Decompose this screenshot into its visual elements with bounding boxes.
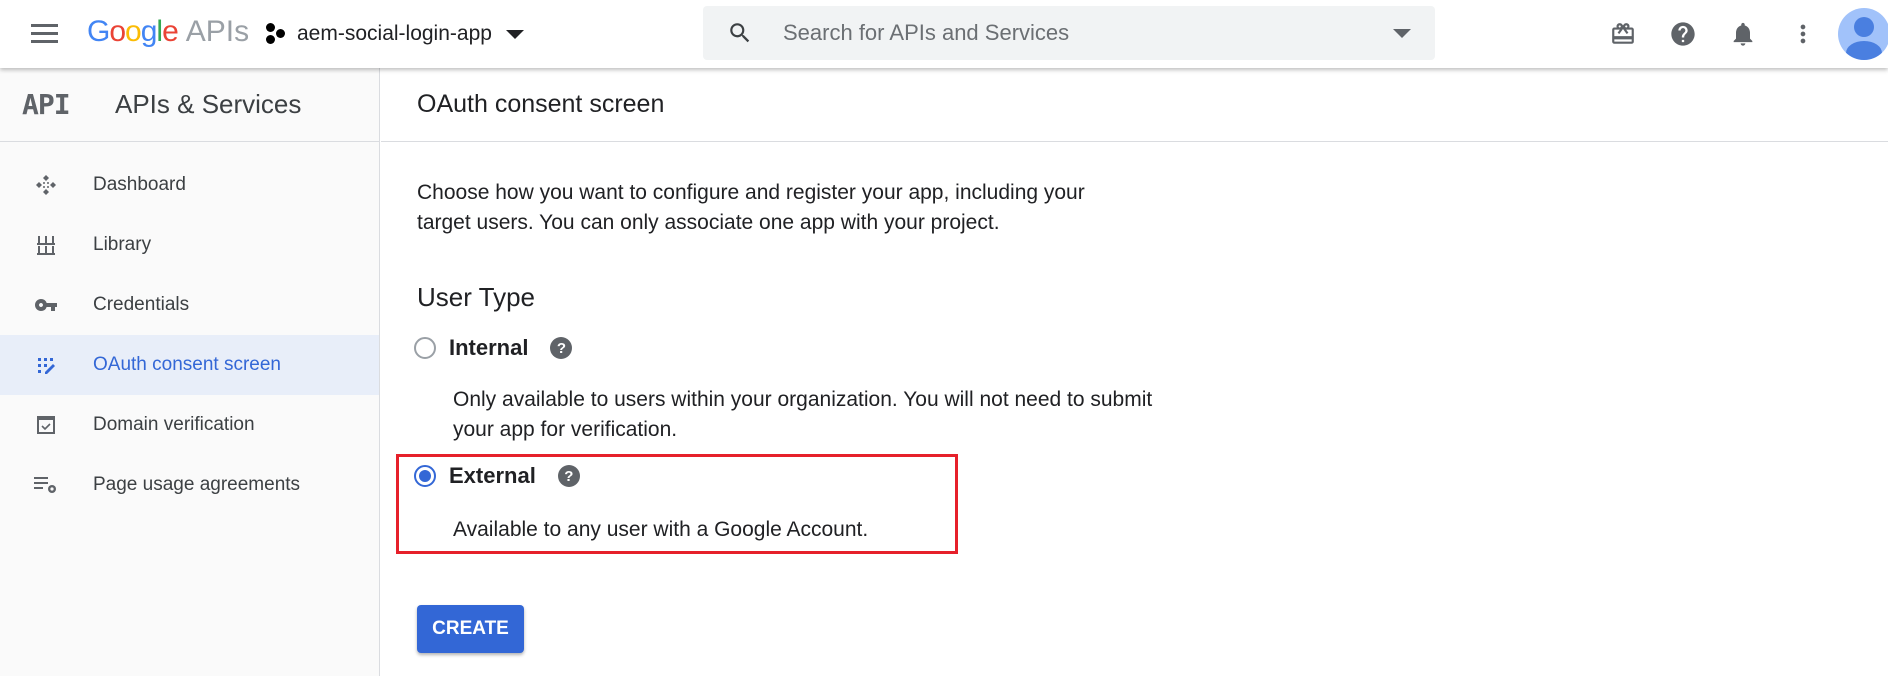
logo-letter: G [87, 15, 110, 48]
sidebar: API APIs & Services Dashboard Library Cr… [0, 68, 380, 676]
sidebar-item-dashboard[interactable]: Dashboard [0, 155, 379, 215]
help-icon[interactable]: ? [557, 465, 580, 487]
help-icon[interactable]: ? [550, 337, 573, 359]
top-app-bar: Google APIs aem-social-login-app [0, 0, 1888, 68]
project-selector[interactable]: aem-social-login-app [264, 16, 524, 52]
sidebar-item-label: Dashboard [93, 174, 186, 195]
sidebar-item-page-usage-agreements[interactable]: Page usage agreements [0, 455, 379, 515]
library-icon [31, 234, 61, 256]
sidebar-item-library[interactable]: Library [0, 215, 379, 275]
google-apis-logo[interactable]: Google APIs [87, 12, 249, 52]
logo-letter: o [125, 15, 142, 48]
internal-radio[interactable] [414, 337, 436, 359]
create-button[interactable]: CREATE [417, 605, 524, 653]
oauth-consent-icon [31, 355, 61, 375]
user-type-heading: User Type [417, 282, 536, 312]
search-icon [727, 20, 753, 46]
sidebar-item-label: OAuth consent screen [93, 354, 281, 375]
main-content: OAuth consent screen Choose how you want… [381, 68, 1888, 676]
sidebar-nav: Dashboard Library Credentials OAuth cons… [0, 142, 379, 515]
settings-list-icon [31, 474, 61, 496]
gift-icon[interactable] [1607, 18, 1639, 50]
key-icon [31, 293, 61, 317]
internal-label: Internal [449, 335, 529, 360]
search-input[interactable] [783, 20, 1343, 46]
sidebar-item-oauth-consent-screen[interactable]: OAuth consent screen [0, 335, 379, 395]
search-dropdown-icon[interactable] [1393, 29, 1411, 38]
logo-suffix: APIs [185, 15, 250, 48]
account-avatar[interactable] [1838, 8, 1888, 60]
search-bar[interactable] [703, 6, 1435, 60]
sidebar-item-label: Credentials [93, 294, 190, 315]
page-title: OAuth consent screen [381, 68, 1888, 142]
dashboard-icon [31, 173, 61, 197]
api-logo-icon: API [22, 88, 71, 121]
checkbox-icon [31, 415, 61, 435]
project-name: aem-social-login-app [297, 22, 492, 45]
user-type-external-option[interactable]: External ? [414, 463, 580, 489]
chevron-down-icon [505, 29, 524, 39]
main-menu-icon[interactable] [28, 20, 62, 48]
external-label: External [449, 463, 536, 488]
internal-description: Only available to users within your orga… [453, 388, 1153, 441]
intro-text: Choose how you want to configure and reg… [417, 181, 1085, 234]
sidebar-item-credentials[interactable]: Credentials [0, 275, 379, 335]
logo-letter: e [162, 15, 179, 48]
more-vert-icon[interactable] [1787, 18, 1819, 50]
sidebar-item-label: Domain verification [93, 414, 255, 435]
external-radio[interactable] [414, 465, 436, 487]
logo-letter: g [140, 15, 158, 48]
notifications-icon[interactable] [1727, 18, 1759, 50]
help-icon[interactable] [1667, 18, 1699, 50]
project-icon [264, 22, 288, 46]
sidebar-header: API APIs & Services [0, 68, 379, 142]
external-description: Available to any user with a Google Acco… [453, 518, 869, 541]
logo-letter: o [109, 15, 126, 48]
sidebar-item-label: Page usage agreements [93, 474, 301, 495]
user-type-internal-option[interactable]: Internal ? [414, 335, 573, 361]
sidebar-title: APIs & Services [115, 89, 302, 119]
sidebar-item-domain-verification[interactable]: Domain verification [0, 395, 379, 455]
sidebar-item-label: Library [93, 234, 152, 255]
